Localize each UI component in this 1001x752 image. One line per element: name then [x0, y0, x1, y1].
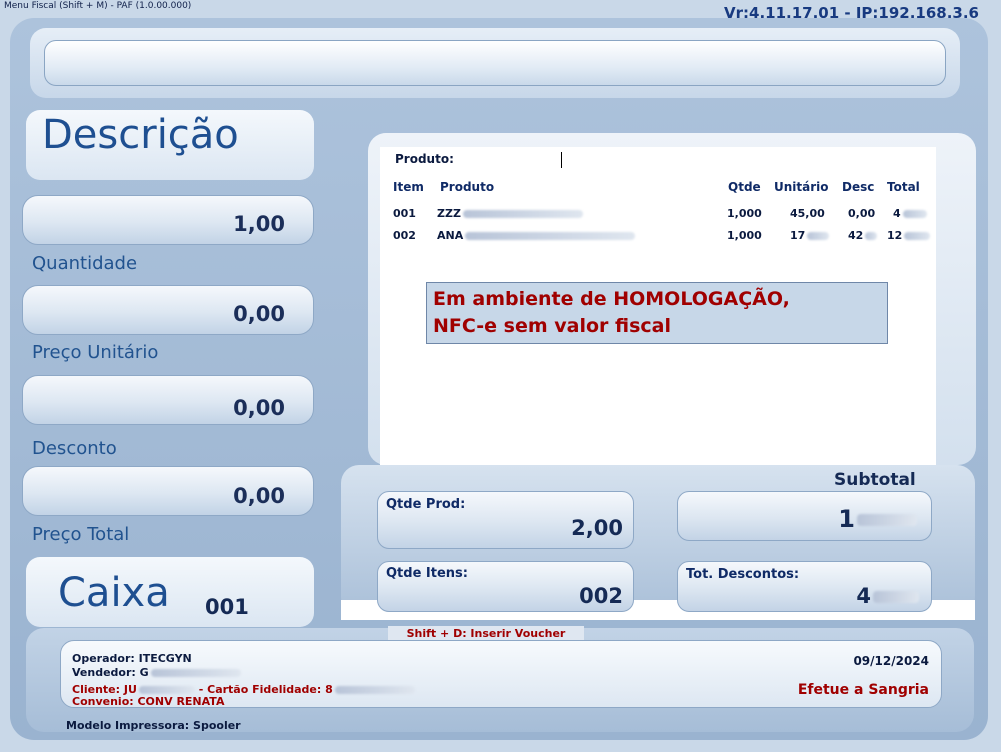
redacted-mark: [334, 686, 415, 694]
subtotal-field: 1: [677, 491, 932, 541]
col-header-item: Item: [393, 180, 424, 194]
warning-line-2: NFC-e sem valor fiscal: [433, 315, 672, 337]
redacted-mark: [465, 232, 636, 240]
message-bar: [44, 40, 946, 86]
redacted-mark: [138, 686, 195, 694]
vendedor-text: Vendedor: G: [72, 666, 241, 679]
row2-desc: 42: [848, 229, 878, 242]
caixa-title: Caixa: [58, 570, 170, 616]
operador-text: Operador: ITECGYN: [72, 652, 192, 665]
preco-total-field[interactable]: 0,00: [22, 466, 314, 516]
redacted-mark: [904, 232, 931, 240]
row1-qtde: 1,000: [727, 207, 762, 220]
row1-total: 4: [893, 207, 927, 220]
row2-unitario: 17: [790, 229, 830, 242]
redacted-mark: [902, 210, 927, 218]
row2-qtde: 1,000: [727, 229, 762, 242]
quantidade-field[interactable]: 1,00: [22, 195, 314, 245]
row2-total: 12: [887, 229, 931, 242]
quantidade-value: 1,00: [233, 212, 285, 236]
redacted-mark: [873, 591, 919, 603]
printer-model: Modelo Impressora: Spooler: [66, 719, 241, 732]
text-cursor[interactable]: [561, 152, 562, 168]
preco-total-label: Preço Total: [32, 524, 130, 545]
version-info: Vr:4.11.17.01 - IP:192.168.3.6: [724, 4, 979, 22]
caixa-number: 001: [205, 595, 249, 619]
col-header-qtde: Qtde: [728, 180, 761, 194]
tot-descontos-value: 4: [856, 584, 919, 608]
homologacao-warning: Em ambiente de HOMOLOGAÇÃO, NFC-e sem va…: [426, 282, 888, 344]
row2-item: 002: [393, 229, 416, 242]
redacted-mark: [150, 669, 241, 677]
col-header-desc: Desc: [842, 180, 875, 194]
redacted-mark: [857, 514, 917, 526]
redacted-mark: [865, 232, 878, 240]
desconto-label: Desconto: [32, 438, 117, 459]
quantidade-label: Quantidade: [32, 253, 138, 274]
qtde-prod-label: Qtde Prod:: [386, 497, 466, 512]
row1-produto: ZZZ: [437, 207, 583, 220]
row1-item: 001: [393, 207, 416, 220]
subtotal-label: Subtotal: [834, 470, 916, 490]
preco-unitario-value: 0,00: [233, 302, 285, 326]
preco-unitario-field[interactable]: 0,00: [22, 285, 314, 335]
redacted-mark: [462, 210, 583, 218]
warning-line-1: Em ambiente de HOMOLOGAÇÃO,: [433, 288, 790, 310]
subtotal-value: 1: [838, 505, 917, 533]
sangria-alert: Efetue a Sangria: [797, 682, 929, 698]
qtde-itens-value: 002: [579, 584, 623, 608]
tot-descontos-label: Tot. Descontos:: [686, 567, 800, 582]
row2-produto: ANA: [437, 229, 636, 242]
preco-unitario-label: Preço Unitário: [32, 342, 159, 363]
convenio-text: Convenio: CONV RENATA: [72, 695, 225, 708]
col-header-produto: Produto: [440, 180, 495, 194]
date-text: 09/12/2024: [853, 654, 929, 668]
tot-descontos-field: Tot. Descontos: 4: [677, 561, 932, 612]
produto-input-label: Produto:: [395, 152, 454, 166]
desconto-value: 0,00: [233, 396, 285, 420]
redacted-mark: [807, 232, 830, 240]
row1-desc: 0,00: [848, 207, 876, 220]
qtde-itens-label: Qtde Itens:: [386, 566, 468, 581]
qtde-prod-field: Qtde Prod: 2,00: [377, 491, 634, 549]
descricao-title: Descrição: [42, 112, 239, 158]
col-header-unitario: Unitário: [774, 180, 829, 194]
qtde-prod-value: 2,00: [571, 516, 623, 540]
row1-unitario: 45,00: [790, 207, 825, 220]
col-header-total: Total: [887, 180, 920, 194]
desconto-field[interactable]: 0,00: [22, 375, 314, 425]
preco-total-value: 0,00: [233, 484, 285, 508]
qtde-itens-field: Qtde Itens: 002: [377, 561, 634, 612]
